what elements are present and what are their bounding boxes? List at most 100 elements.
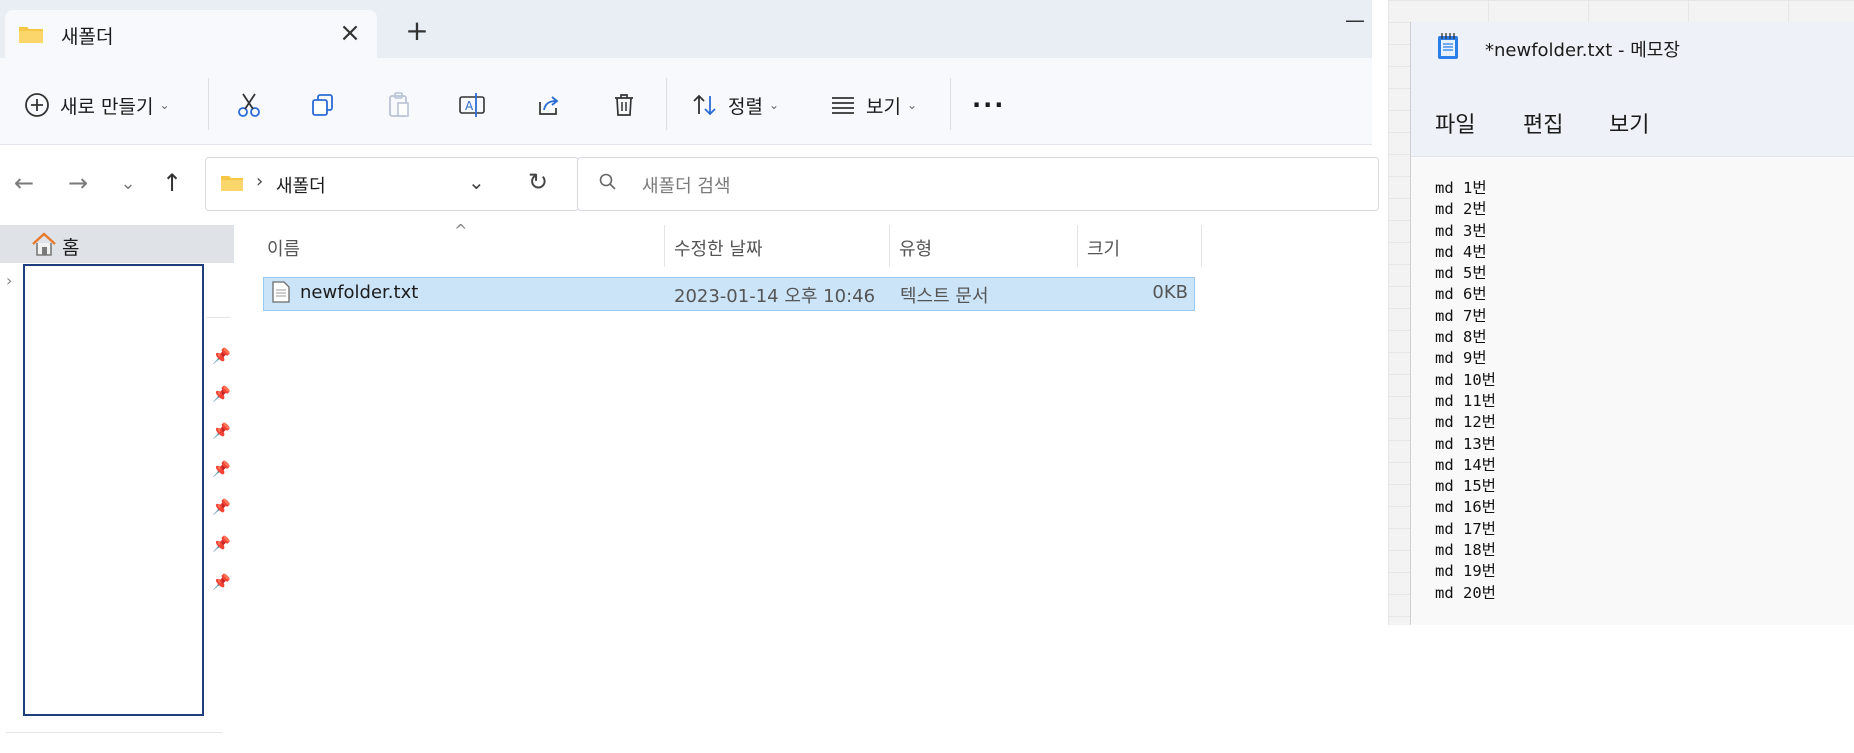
file-row[interactable]: newfolder.txt 2023-01-14 오후 10:46 텍스트 문서…	[263, 277, 1195, 311]
notepad-line: md 5번	[1435, 264, 1487, 283]
new-item-label: 새로 만들기	[60, 95, 154, 118]
share-icon	[532, 88, 566, 122]
delete-button[interactable]	[607, 84, 641, 126]
nav-divider	[6, 732, 222, 733]
folder-icon	[18, 24, 44, 48]
pin-icon[interactable]: 📌	[212, 347, 231, 365]
toolbar-divider	[950, 78, 951, 130]
share-button[interactable]	[532, 84, 566, 126]
file-type: 텍스트 문서	[900, 286, 989, 307]
copy-icon	[306, 88, 340, 122]
minimize-button[interactable]: —	[1345, 8, 1365, 32]
notepad-line: md 3번	[1435, 221, 1487, 240]
navigation-pane: 홈 › 📌 📌 📌 📌 📌 📌 📌	[0, 221, 238, 753]
clipboard-icon	[382, 88, 416, 122]
address-field[interactable]: › 새폴더 ⌄ ↻	[205, 157, 579, 211]
new-tab-button[interactable]: +	[400, 14, 434, 48]
pin-icon[interactable]: 📌	[212, 535, 231, 553]
redacted-nav-region	[23, 264, 204, 716]
sort-arrows-icon	[688, 88, 722, 122]
view-list-icon	[826, 88, 860, 122]
tab-folder[interactable]: 새폴더 ×	[5, 10, 377, 58]
more-options-button[interactable]: ···	[972, 84, 1005, 126]
search-icon	[598, 172, 618, 196]
pin-icon[interactable]: 📌	[212, 498, 231, 516]
column-header-type[interactable]: 유형	[899, 235, 932, 261]
notepad-line: md 20번	[1435, 583, 1496, 602]
new-item-button[interactable]: 새로 만들기 ⌄	[20, 84, 170, 126]
chevron-down-icon: ⌄	[159, 98, 170, 112]
file-explorer-window: 새폴더 × + — 새로 만들기 ⌄ A 정렬 ⌄ 보기 ⌄ ··· ← → ⌄…	[0, 0, 1379, 753]
notepad-text-area[interactable]: md 1번 md 2번 md 3번 md 4번 md 5번 md 6번 md 7번 md 8번…	[1435, 178, 1496, 604]
rename-button[interactable]: A	[456, 84, 490, 126]
notepad-line: md 9번	[1435, 349, 1487, 368]
notepad-line: md 4번	[1435, 242, 1487, 261]
nav-item-home-label: 홈	[62, 237, 80, 259]
pin-icon[interactable]: 📌	[212, 573, 231, 591]
notepad-line: md 16번	[1435, 498, 1496, 517]
address-dropdown-chevron-icon[interactable]: ⌄	[468, 170, 485, 194]
view-button[interactable]: 보기 ⌄	[826, 84, 917, 126]
notepad-line: md 7번	[1435, 306, 1487, 325]
breadcrumb-separator: ›	[256, 171, 264, 192]
expand-chevron-icon[interactable]: ›	[6, 271, 12, 290]
notepad-menu-bar: 파일 편집 보기	[1411, 72, 1854, 157]
notepad-line: md 8번	[1435, 328, 1487, 347]
tab-title: 새폴더	[61, 26, 114, 48]
pin-icon[interactable]: 📌	[212, 422, 231, 440]
breadcrumb-folder[interactable]: 새폴더	[276, 172, 326, 198]
notepad-line: md 11번	[1435, 391, 1496, 410]
column-divider[interactable]	[1077, 225, 1078, 267]
more-icon: ···	[972, 91, 1006, 119]
file-modified: 2023-01-14 오후 10:46	[674, 286, 876, 307]
cut-button[interactable]	[232, 84, 266, 126]
menu-file[interactable]: 파일	[1435, 107, 1475, 139]
column-divider[interactable]	[664, 225, 665, 267]
file-list: ^ 이름 수정한 날짜 유형 크기 newfolder.txt 2023-01-…	[237, 221, 1372, 753]
notepad-line: md 10번	[1435, 370, 1496, 389]
column-header-modified[interactable]: 수정한 날짜	[674, 235, 763, 261]
address-bar-row: ← → ⌄ ↑ › 새폴더 ⌄ ↻ 새폴더 검색	[0, 145, 1379, 221]
notepad-line: md 13번	[1435, 434, 1496, 453]
search-placeholder: 새폴더 검색	[642, 176, 731, 197]
notepad-line: md 18번	[1435, 541, 1496, 560]
column-header-name[interactable]: 이름	[267, 235, 300, 261]
menu-edit[interactable]: 편집	[1523, 107, 1563, 139]
chevron-down-icon: ⌄	[768, 98, 780, 112]
folder-icon	[220, 174, 244, 196]
notepad-title: *newfolder.txt - 메모장	[1485, 40, 1680, 61]
sort-button[interactable]: 정렬 ⌄	[688, 84, 779, 126]
copy-button[interactable]	[306, 84, 340, 126]
text-file-icon	[272, 281, 290, 308]
home-icon	[30, 231, 58, 261]
nav-item-home[interactable]: 홈	[0, 225, 234, 263]
notepad-window: *newfolder.txt - 메모장 파일 편집 보기 md 1번 md 2번…	[1410, 22, 1854, 625]
sort-ascending-icon: ^	[454, 221, 468, 240]
nav-divider	[206, 317, 230, 318]
notepad-line: md 12번	[1435, 413, 1496, 432]
recent-locations-chevron-icon[interactable]: ⌄	[112, 173, 144, 194]
file-size: 0KB	[1152, 282, 1188, 303]
notepad-line: md 6번	[1435, 285, 1487, 304]
notepad-line: md 1번	[1435, 179, 1487, 197]
pin-icon[interactable]: 📌	[212, 385, 231, 403]
scissors-icon	[232, 88, 266, 122]
svg-text:A: A	[465, 99, 474, 113]
pin-icon[interactable]: 📌	[212, 460, 231, 478]
forward-arrow-icon[interactable]: →	[62, 169, 94, 197]
column-divider[interactable]	[889, 225, 890, 267]
column-header-size[interactable]: 크기	[1087, 235, 1120, 261]
trash-icon	[607, 88, 641, 122]
search-box[interactable]: 새폴더 검색	[577, 157, 1379, 211]
column-divider[interactable]	[1201, 225, 1202, 267]
chevron-down-icon: ⌄	[906, 98, 918, 112]
notepad-line: md 2번	[1435, 200, 1487, 219]
menu-view[interactable]: 보기	[1609, 107, 1649, 139]
toolbar-divider	[666, 78, 667, 130]
up-arrow-icon[interactable]: ↑	[156, 169, 188, 197]
close-tab-icon[interactable]: ×	[335, 18, 365, 48]
paste-button[interactable]	[382, 84, 416, 126]
notepad-line: md 15번	[1435, 477, 1496, 496]
back-arrow-icon[interactable]: ←	[8, 169, 40, 197]
refresh-icon[interactable]: ↻	[528, 168, 548, 196]
